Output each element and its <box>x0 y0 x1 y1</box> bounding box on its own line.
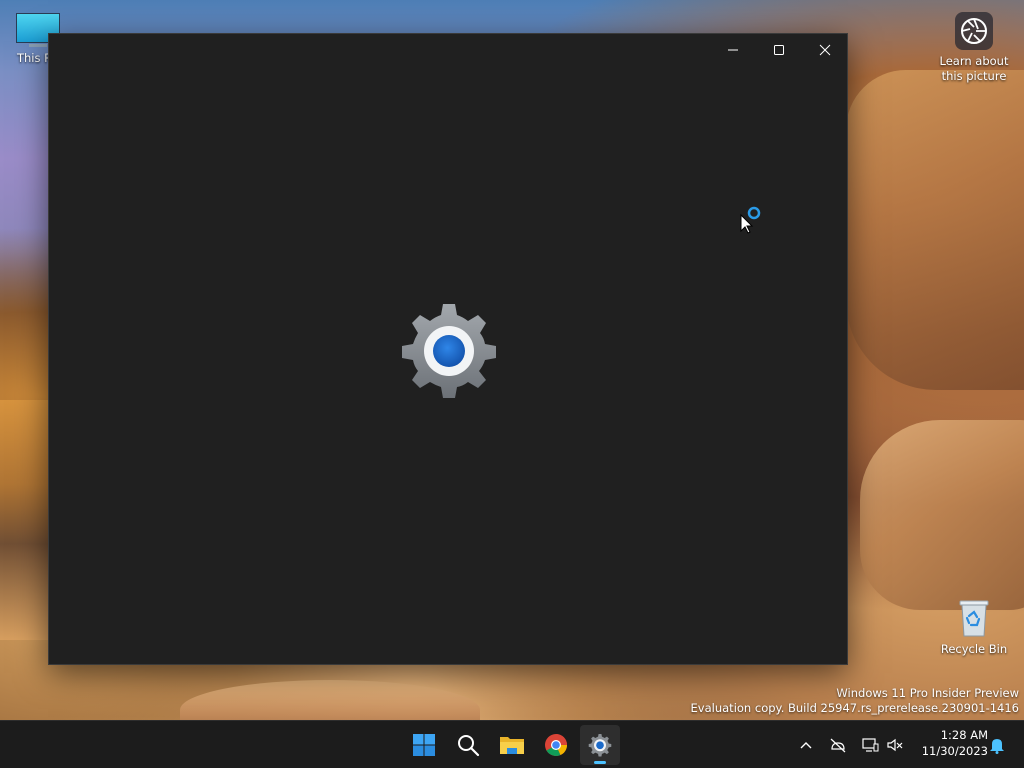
taskbar: 1:28 AM 11/30/2023 <box>0 720 1024 768</box>
search-icon <box>458 735 480 757</box>
settings-window[interactable] <box>48 33 848 665</box>
display-tray-button[interactable] <box>858 721 882 768</box>
clock-time: 1:28 AM <box>940 728 988 742</box>
chrome-button[interactable] <box>536 725 576 765</box>
search-button[interactable] <box>448 725 488 765</box>
desktop-icon-learn-about-picture[interactable]: Learn about this picture <box>936 10 1012 84</box>
close-icon <box>819 44 831 56</box>
notification-center-button[interactable] <box>986 721 1008 768</box>
minimize-icon <box>728 49 738 51</box>
desktop-icon-label: Learn about this picture <box>939 54 1009 83</box>
desktop-icon-recycle-bin[interactable]: Recycle Bin <box>936 598 1012 657</box>
chrome-icon <box>545 734 567 756</box>
clock-date: 11/30/2023 <box>921 744 988 758</box>
wallpaper-rock <box>0 400 50 640</box>
volume-muted-icon <box>887 738 903 751</box>
wallpaper-rock <box>846 70 1024 390</box>
running-indicator <box>594 761 606 764</box>
chevron-up-icon <box>800 741 812 748</box>
busy-cursor-icon <box>739 204 765 234</box>
window-titlebar[interactable] <box>49 34 847 66</box>
desktop-icon-label: Recycle Bin <box>940 642 1008 656</box>
settings-gear-icon <box>399 300 499 400</box>
taskbar-clock[interactable]: 1:28 AM 11/30/2023 <box>910 727 988 759</box>
folder-icon <box>500 737 524 754</box>
maximize-icon <box>774 45 784 55</box>
start-button[interactable] <box>404 725 444 765</box>
file-explorer-button[interactable] <box>492 725 532 765</box>
notification-bell-icon <box>990 738 1004 754</box>
volume-tray-button[interactable] <box>884 721 906 768</box>
network-offline-icon <box>830 738 846 752</box>
recycle-bin-icon <box>958 598 990 638</box>
watermark-build: Evaluation copy. Build 25947.rs_prerelea… <box>690 700 1019 715</box>
settings-gear-icon <box>588 733 612 757</box>
close-button[interactable] <box>802 34 848 66</box>
wallpaper-rock <box>180 680 480 720</box>
show-hidden-icons-button[interactable] <box>796 721 816 768</box>
windows-logo-icon <box>413 734 435 756</box>
network-tray-button[interactable] <box>826 721 850 768</box>
evaluation-watermark: Windows 11 Pro Insider Preview Evaluatio… <box>691 686 1019 715</box>
minimize-button[interactable] <box>710 34 756 66</box>
camera-aperture-icon <box>955 12 993 50</box>
watermark-edition: Windows 11 Pro Insider Preview <box>836 686 1019 700</box>
settings-taskbar-button[interactable] <box>580 725 620 765</box>
maximize-button[interactable] <box>756 34 802 66</box>
display-icon <box>862 737 879 752</box>
wallpaper-rock <box>860 420 1024 610</box>
